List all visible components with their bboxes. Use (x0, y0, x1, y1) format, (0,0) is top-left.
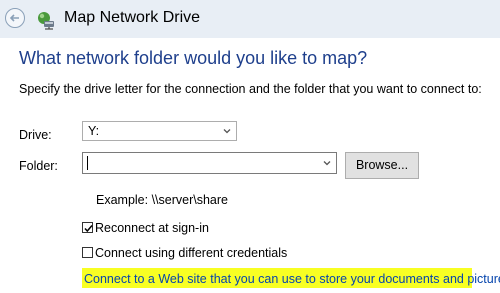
back-button[interactable] (5, 8, 25, 28)
page-heading: What network folder would you like to ma… (19, 48, 368, 68)
reconnect-option[interactable]: Reconnect at sign-in (82, 221, 282, 237)
reconnect-checkbox[interactable] (82, 222, 93, 233)
drive-label: Drive: (19, 128, 52, 142)
credentials-label: Connect using different credentials (95, 246, 288, 260)
example-text: Example: \\server\share (96, 193, 228, 207)
instructions-text: Specify the drive letter for the connect… (19, 82, 482, 96)
title-bar: Map Network Drive (0, 0, 500, 38)
drive-select[interactable]: Y: (82, 121, 237, 141)
folder-input[interactable] (85, 154, 316, 171)
web-storage-link[interactable]: Connect to a Web site that you can use t… (82, 271, 500, 287)
credentials-checkbox[interactable] (82, 247, 93, 258)
chevron-down-icon[interactable] (322, 158, 332, 168)
folder-combobox[interactable] (82, 152, 337, 174)
folder-label: Folder: (19, 159, 58, 173)
browse-button[interactable]: Browse... (345, 152, 419, 179)
window-title: Map Network Drive (64, 9, 201, 26)
chevron-down-icon (223, 129, 231, 134)
network-drive-icon (38, 12, 54, 30)
drive-value: Y: (88, 124, 100, 138)
reconnect-label: Reconnect at sign-in (95, 221, 209, 235)
checkmark-icon (84, 225, 93, 233)
back-arrow-icon (9, 14, 19, 22)
credentials-option[interactable]: Connect using different credentials (82, 246, 312, 262)
